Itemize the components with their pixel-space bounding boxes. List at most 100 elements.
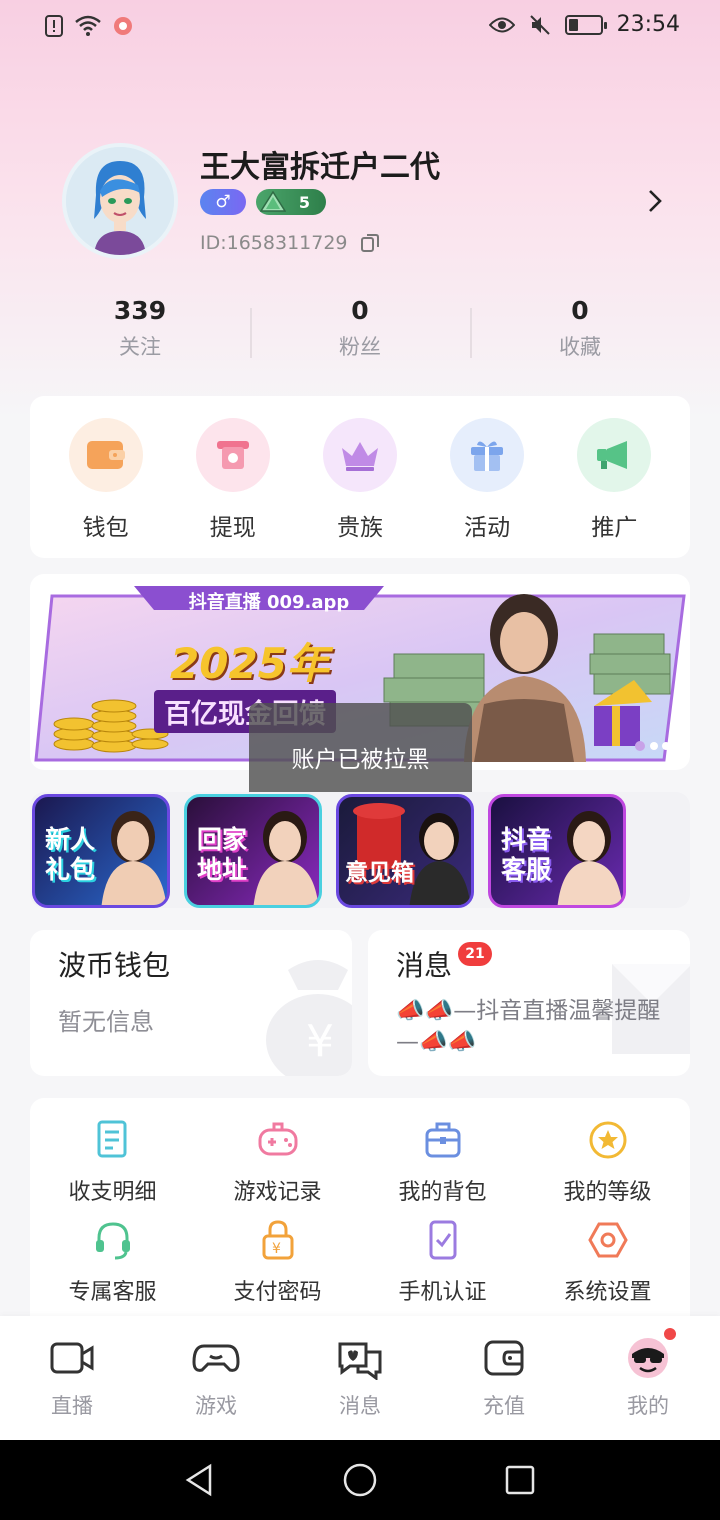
level-value: 5 [298, 192, 310, 212]
quick-action-label: 钱包 [82, 515, 129, 541]
level-gem-icon [260, 191, 286, 212]
status-bar: 23:54 [0, 0, 720, 56]
stat-favorites[interactable]: 0 收藏 [470, 296, 690, 368]
quick-action-events[interactable]: 活动 [432, 396, 542, 558]
home-icon[interactable] [340, 1460, 380, 1500]
withdraw-icon [195, 418, 270, 492]
recents-icon[interactable] [500, 1460, 540, 1500]
service-label: 游戏记录 [233, 1180, 322, 1205]
service-backpack[interactable]: 我的背包 [360, 1118, 525, 1205]
camera-icon [50, 1342, 94, 1374]
quick-action-label: 推广 [591, 515, 638, 541]
wallet-icon [68, 418, 143, 492]
tab-label: 游戏 [195, 1394, 237, 1418]
promo-tile-customer-service[interactable]: 抖音 客服 [488, 794, 626, 908]
controller-icon [192, 1344, 240, 1372]
eye-icon [488, 17, 515, 32]
quick-action-withdraw[interactable]: 提现 [178, 396, 288, 558]
megaphone-icon [577, 418, 652, 492]
tab-live[interactable]: 直播 [0, 1316, 144, 1440]
stat-label: 收藏 [559, 335, 601, 359]
message-count-badge: 21 [458, 942, 492, 966]
service-game-records[interactable]: 游戏记录 [195, 1118, 360, 1205]
service-label: 支付密码 [233, 1280, 322, 1305]
message-title: 消息 [396, 949, 453, 982]
crown-icon [322, 418, 397, 492]
banner-headline: 2025年 [170, 639, 329, 688]
backpack-icon [425, 1122, 460, 1158]
service-label: 我的背包 [398, 1180, 487, 1205]
back-icon[interactable] [180, 1460, 220, 1500]
quick-action-nobility[interactable]: 贵族 [305, 396, 415, 558]
promo-tiles-row: 新人 礼包 回家 地址 意见箱 抖音 客服 [30, 792, 690, 908]
banner-tag: 抖音直播 009.app [188, 592, 350, 613]
service-label: 手机认证 [398, 1280, 487, 1305]
wallet-tab-icon [484, 1340, 524, 1376]
wallet-subtitle: 暂无信息 [58, 1008, 154, 1036]
user-id-row: ID:1658311729 [200, 232, 380, 254]
service-settings[interactable]: 系统设置 [525, 1218, 690, 1305]
copy-icon[interactable] [360, 233, 380, 253]
wallet-watermark-icon: ¥ [266, 960, 352, 1076]
tab-messages[interactable]: 消息 [288, 1316, 432, 1440]
message-preview: 📣📣—抖音直播温馨提醒—📣📣 [396, 998, 661, 1055]
chat-icon [338, 1342, 382, 1380]
gamepad-icon [258, 1122, 297, 1156]
stat-value: 0 [351, 296, 369, 325]
stats-row: 339 关注 0 粉丝 0 收藏 [30, 296, 690, 368]
wallet-card[interactable]: ¥ 波币钱包 暂无信息 [30, 930, 352, 1076]
tab-label: 直播 [51, 1394, 93, 1418]
lock-icon: ¥ [262, 1220, 293, 1260]
stat-fans[interactable]: 0 粉丝 [250, 296, 470, 368]
promo-tile-home-address[interactable]: 回家 地址 [184, 794, 322, 908]
tab-me[interactable]: 我的 [576, 1316, 720, 1440]
user-id: ID:1658311729 [200, 232, 348, 254]
stat-label: 关注 [119, 335, 161, 359]
quick-action-wallet[interactable]: 钱包 [51, 396, 161, 558]
service-label: 我的等级 [563, 1180, 652, 1205]
system-nav-bar [0, 1440, 720, 1520]
stat-value: 339 [113, 296, 167, 325]
service-support[interactable]: 专属客服 [30, 1218, 195, 1305]
level-star-icon [589, 1121, 626, 1159]
ledger-icon [97, 1120, 126, 1158]
tab-label: 充值 [483, 1394, 525, 1418]
stat-value: 0 [571, 296, 589, 325]
quick-action-promote[interactable]: 推广 [559, 396, 669, 558]
service-pay-password[interactable]: ¥ 支付密码 [195, 1218, 360, 1305]
gender-badge: ♂ [200, 189, 246, 215]
svg-text:¥: ¥ [306, 1016, 334, 1067]
avatar-image [66, 147, 174, 255]
service-my-level[interactable]: 我的等级 [525, 1118, 690, 1205]
chevron-right-icon[interactable] [640, 186, 670, 216]
promo-tile-newbie[interactable]: 新人 礼包 [32, 794, 170, 908]
level-badge: 5 [256, 189, 326, 215]
promo-tile-line1: 抖音 [501, 825, 552, 854]
promo-tile-line2: 客服 [501, 855, 552, 884]
stat-following[interactable]: 339 关注 [30, 296, 250, 368]
tab-recharge[interactable]: 充值 [432, 1316, 576, 1440]
username: 王大富拆迁户二代 [200, 150, 440, 185]
wifi-icon [75, 15, 101, 36]
tab-label: 我的 [627, 1394, 669, 1418]
avatar-tab-icon [628, 1338, 668, 1378]
tab-notification-dot [662, 1326, 678, 1342]
service-label: 收支明细 [68, 1180, 157, 1205]
alert-icon [45, 15, 63, 37]
headset-icon [95, 1222, 130, 1260]
promo-tile-line2: 礼包 [45, 855, 96, 884]
bottom-tab-bar: 直播 游戏 消息 充值 我的 [0, 1316, 720, 1440]
tab-games[interactable]: 游戏 [144, 1316, 288, 1440]
quick-action-label: 提现 [209, 515, 256, 541]
avatar[interactable] [62, 143, 178, 259]
message-card[interactable]: 消息 21 📣📣—抖音直播温馨提醒—📣📣 [368, 930, 690, 1076]
quick-action-label: 活动 [464, 515, 511, 541]
quick-action-label: 贵族 [336, 515, 383, 541]
promo-tile-feedback[interactable]: 意见箱 [336, 794, 474, 908]
tab-label: 消息 [339, 1394, 381, 1418]
service-ledger[interactable]: 收支明细 [30, 1118, 195, 1205]
stat-label: 粉丝 [339, 335, 381, 359]
service-phone-verify[interactable]: 手机认证 [360, 1218, 525, 1305]
mute-icon [529, 14, 550, 35]
service-label: 专属客服 [68, 1280, 157, 1305]
